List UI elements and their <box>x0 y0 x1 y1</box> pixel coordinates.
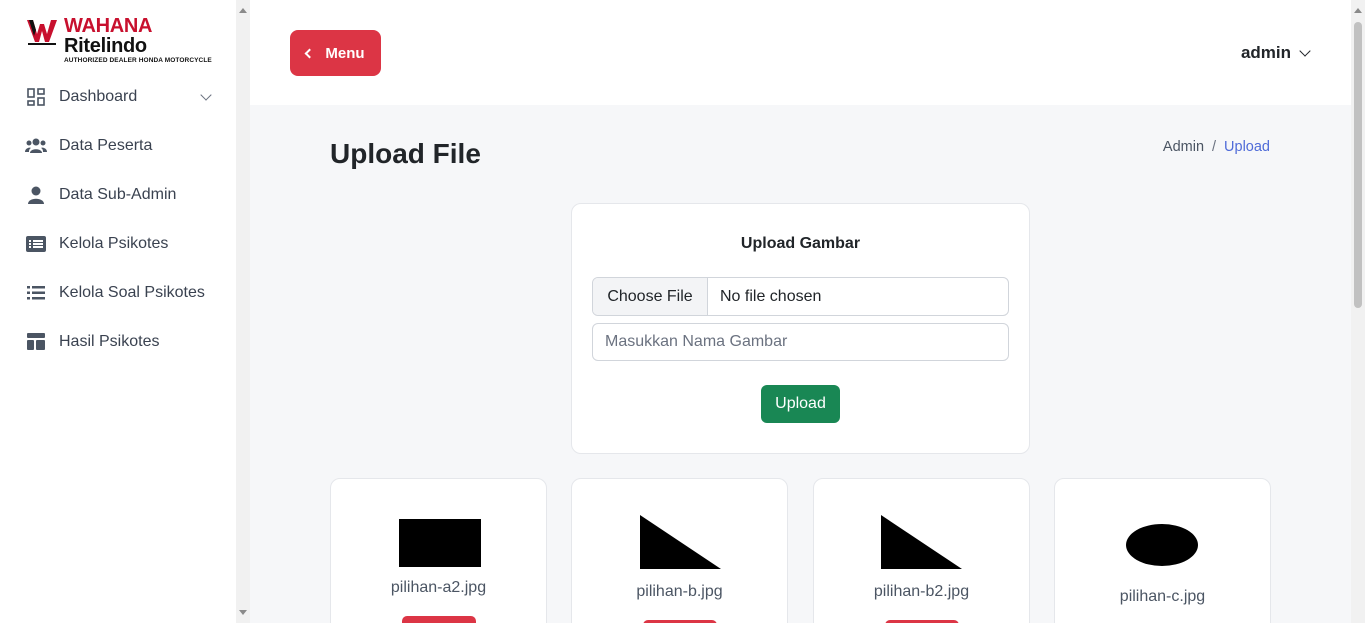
dashboard-icon <box>25 87 47 107</box>
sidebar-item-data-sub-admin[interactable]: Data Sub-Admin <box>0 170 236 219</box>
scroll-up-arrow-icon[interactable] <box>239 8 247 13</box>
image-filename: pilihan-c.jpg <box>1119 588 1206 605</box>
sidebar-item-dashboard[interactable]: Dashboard <box>0 72 236 121</box>
upload-form-title: Upload Gambar <box>740 235 861 252</box>
sidebar-item-label: Kelola Psikotes <box>59 234 169 252</box>
image-thumbnail-triangle <box>640 515 721 569</box>
image-card: pilihan-a2.jpg <box>330 478 547 623</box>
sidebar-item-kelola-soal-psikotes[interactable]: Kelola Soal Psikotes <box>0 268 236 317</box>
delete-button[interactable] <box>402 616 476 623</box>
page-title: Upload File <box>330 138 481 169</box>
sidebar-item-label: Kelola Soal Psikotes <box>59 283 205 301</box>
sidebar-item-kelola-psikotes[interactable]: Kelola Psikotes <box>0 219 236 268</box>
top-header: Menu admin <box>250 0 1351 105</box>
user-name: admin <box>1240 43 1291 62</box>
user-menu[interactable]: admin <box>1240 43 1311 63</box>
layout-icon <box>25 332 47 352</box>
users-icon <box>25 136 47 156</box>
user-icon <box>25 185 47 205</box>
wahana-logo-icon <box>26 16 58 46</box>
menu-button-label: Menu <box>325 44 365 62</box>
choose-file-button[interactable]: Choose File <box>593 278 708 315</box>
image-thumbnail-rectangle <box>399 519 481 567</box>
sidebar-item-label: Data Peserta <box>59 136 153 154</box>
image-name-input[interactable] <box>592 323 1009 361</box>
sidebar-scrollbar[interactable] <box>236 0 250 623</box>
brand-name: WAHANA Ritelindo <box>64 15 152 57</box>
image-card: pilihan-c.jpg <box>1054 478 1271 623</box>
sidebar-nav: Dashboard Data Peserta Data Sub-Admin Ke… <box>0 72 236 366</box>
scrollbar-thumb[interactable] <box>1354 22 1362 308</box>
file-status: No file chosen <box>720 287 822 305</box>
brand-tagline: AUTHORIZED DEALER HONDA MOTORCYCLE <box>64 57 212 64</box>
upload-form-card: Upload Gambar Choose File No file chosen… <box>571 203 1030 454</box>
image-filename: pilihan-b.jpg <box>636 583 723 600</box>
scroll-down-arrow-icon[interactable] <box>239 610 247 615</box>
chevron-left-icon <box>304 48 315 58</box>
chevron-down-icon <box>1299 44 1311 57</box>
upload-button[interactable]: Upload <box>761 385 840 423</box>
brand-logo[interactable]: WAHANA Ritelindo AUTHORIZED DEALER HONDA… <box>26 16 236 64</box>
menu-button[interactable]: Menu <box>290 30 381 76</box>
list-icon <box>25 283 47 303</box>
breadcrumb: Admin / Upload <box>1163 139 1270 155</box>
breadcrumb-separator: / <box>1212 139 1217 155</box>
image-card: pilihan-b2.jpg <box>813 478 1030 623</box>
breadcrumb-admin[interactable]: Admin <box>1163 139 1204 155</box>
sidebar-item-hasil-psikotes[interactable]: Hasil Psikotes <box>0 317 236 366</box>
list-card-icon <box>25 234 47 254</box>
file-input[interactable]: Choose File No file chosen <box>592 277 1009 316</box>
chevron-down-icon <box>200 89 212 101</box>
sidebar-item-label: Dashboard <box>59 87 138 105</box>
image-filename: pilihan-b2.jpg <box>873 583 970 600</box>
sidebar: WAHANA Ritelindo AUTHORIZED DEALER HONDA… <box>0 0 236 623</box>
sidebar-item-label: Data Sub-Admin <box>59 185 177 203</box>
image-card: pilihan-b.jpg <box>571 478 788 623</box>
sidebar-item-label: Hasil Psikotes <box>59 332 160 350</box>
image-thumbnail-ellipse <box>1126 524 1198 566</box>
image-filename: pilihan-a2.jpg <box>390 579 487 596</box>
scroll-up-arrow-icon[interactable] <box>1354 8 1362 13</box>
sidebar-item-data-peserta[interactable]: Data Peserta <box>0 121 236 170</box>
page-scrollbar[interactable] <box>1351 0 1365 623</box>
image-thumbnail-triangle <box>881 515 962 569</box>
breadcrumb-upload: Upload <box>1224 139 1270 155</box>
